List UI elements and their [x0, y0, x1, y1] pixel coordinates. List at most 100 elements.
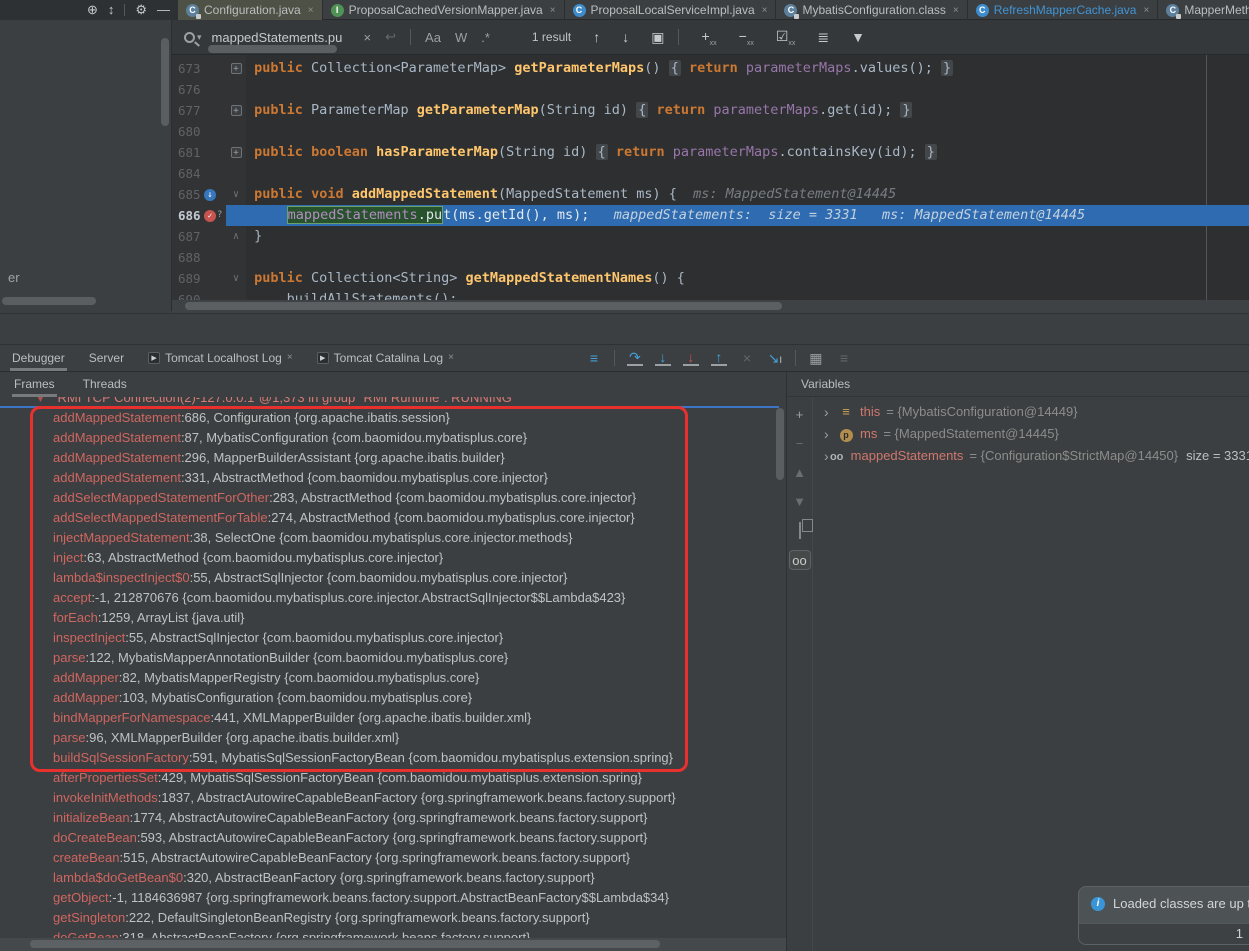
stack-frame-row[interactable]: invokeInitMethods:1837, AbstractAutowire…: [0, 788, 786, 808]
close-tab-icon[interactable]: ×: [448, 344, 454, 372]
close-tab-icon[interactable]: ×: [550, 5, 556, 16]
stack-frame-row[interactable]: addMapper:103, MybatisConfiguration {com…: [0, 688, 786, 708]
editor-tab-3[interactable]: CMybatisConfiguration.class×: [776, 0, 967, 20]
force-step-into-icon[interactable]: ↓: [683, 351, 699, 366]
words-toggle[interactable]: W: [455, 30, 467, 45]
stack-frame-row[interactable]: doCreateBean:593, AbstractAutowireCapabl…: [0, 828, 786, 848]
debug-tab-tomcat-catalina-log[interactable]: ▶Tomcat Catalina Log×: [305, 344, 466, 372]
breakpoint-icon[interactable]: ✓: [204, 210, 216, 222]
stack-frame-row[interactable]: addMapper:82, MybatisMapperRegistry {com…: [0, 668, 786, 688]
filter-icon[interactable]: ▼: [851, 29, 865, 45]
code-line-689[interactable]: 689∨ public Collection<String> getMapped…: [172, 268, 1249, 289]
layout-settings-icon[interactable]: ≡: [836, 350, 852, 366]
frames-vertical-scrollbar[interactable]: [776, 408, 784, 480]
stack-frame-row[interactable]: injectMappedStatement:38, SelectOne {com…: [0, 528, 786, 548]
close-tab-icon[interactable]: ×: [762, 5, 768, 16]
frames-horizontal-scrollbar[interactable]: [30, 940, 660, 948]
stack-frame-row[interactable]: forEach:1259, ArrayList {java.util}: [0, 608, 786, 628]
filter-lines-icon[interactable]: ≣: [817, 29, 829, 46]
stack-frame-row[interactable]: addSelectMappedStatementForTable:274, Ab…: [0, 508, 786, 528]
add-occurrence-icon[interactable]: +xx: [701, 28, 716, 47]
move-down-icon[interactable]: ▼: [789, 492, 811, 512]
previous-occurrence-icon[interactable]: ↑: [593, 29, 600, 45]
stack-frame-row[interactable]: initializeBean:1774, AbstractAutowireCap…: [0, 808, 786, 828]
search-input[interactable]: mappedStatements.pu: [212, 30, 350, 45]
clear-search-icon[interactable]: ×: [364, 30, 372, 45]
close-tab-icon[interactable]: ×: [1143, 5, 1149, 16]
stack-frame-row[interactable]: addMappedStatement:87, MybatisConfigurat…: [0, 428, 786, 448]
fold-marker[interactable]: +: [226, 58, 246, 79]
stack-frame-row[interactable]: inspectInject:55, AbstractSqlInjector {c…: [0, 628, 786, 648]
close-tab-icon[interactable]: ×: [287, 344, 293, 372]
stack-frame-row[interactable]: lambda$doGetBean$0:320, AbstractBeanFact…: [0, 868, 786, 888]
stack-frame-row[interactable]: addMappedStatement:686, Configuration {o…: [0, 408, 786, 428]
stack-frame-row[interactable]: addSelectMappedStatementForOther:283, Ab…: [0, 488, 786, 508]
editor-tab-0[interactable]: CConfiguration.java×: [178, 0, 323, 20]
code-line-680[interactable]: 680: [172, 121, 1249, 142]
step-over-icon[interactable]: ↷: [627, 351, 643, 366]
copy-icon[interactable]: [789, 521, 811, 541]
execution-point-icon[interactable]: ↓: [204, 189, 216, 201]
next-occurrence-icon[interactable]: ↓: [622, 29, 629, 45]
debug-tab-debugger[interactable]: Debugger: [0, 344, 77, 372]
fold-collapsed-icon[interactable]: +: [231, 105, 242, 116]
search-field-scrollbar[interactable]: [208, 45, 337, 53]
editor-horizontal-scrollbar[interactable]: [185, 302, 782, 310]
stack-frame-row[interactable]: createBean:515, AbstractAutowireCapableB…: [0, 848, 786, 868]
open-in-find-window-icon[interactable]: ▣: [651, 29, 664, 46]
fold-marker[interactable]: ∨: [226, 268, 246, 289]
search-history-chevron-icon[interactable]: ▾: [197, 32, 202, 43]
editor-tab-4[interactable]: CRefreshMapperCache.java×: [968, 0, 1159, 20]
code-line-685[interactable]: 685↓∨ public void addMappedStatement(Map…: [172, 184, 1249, 205]
stack-frame-row[interactable]: getObject:-1, 1184636987 {org.springfram…: [0, 888, 786, 908]
select-all-occurrences-icon[interactable]: ☑xx: [776, 28, 796, 47]
left-panel-horizontal-scrollbar[interactable]: [2, 297, 96, 305]
variable-row[interactable]: ›pms= {MappedStatement@14445}: [814, 423, 1249, 445]
settings-icon[interactable]: ⚙: [135, 0, 147, 20]
target-icon[interactable]: ⊕: [87, 0, 98, 20]
code-line-681[interactable]: 681+ public boolean hasParameterMap(Stri…: [172, 142, 1249, 163]
hide-icon[interactable]: —: [157, 0, 170, 20]
splitter-icon[interactable]: ↕: [108, 0, 115, 20]
stack-frame-row[interactable]: doGetBean:318, AbstractBeanFactory {org.…: [0, 928, 786, 938]
stack-frame-row[interactable]: parse:96, XMLMapperBuilder {org.apache.i…: [0, 728, 786, 748]
fold-marker[interactable]: +: [226, 100, 246, 121]
new-line-icon[interactable]: ↩: [385, 29, 396, 45]
regex-toggle[interactable]: .*: [481, 30, 490, 45]
fold-marker[interactable]: +: [226, 142, 246, 163]
editor-tab-2[interactable]: CProposalLocalServiceImpl.java×: [565, 0, 777, 20]
thread-selector[interactable]: ▼"RMI TCP Connection(2)-127.0.0.1"@1,373…: [0, 397, 786, 406]
stack-frame-row[interactable]: afterPropertiesSet:429, MybatisSqlSessio…: [0, 768, 786, 788]
editor-tab-1[interactable]: IProposalCachedVersionMapper.java×: [323, 0, 565, 20]
code-line-687[interactable]: 687∧ }: [172, 226, 1249, 247]
code-line-676[interactable]: 676: [172, 79, 1249, 100]
fold-collapsed-icon[interactable]: +: [231, 63, 242, 74]
fold-collapsed-icon[interactable]: +: [231, 147, 242, 158]
expand-chevron-icon[interactable]: ›: [824, 423, 838, 445]
debug-tab-tomcat-localhost-log[interactable]: ▶Tomcat Localhost Log×: [136, 344, 305, 372]
breakpoint-gutter[interactable]: ✓?: [204, 205, 226, 226]
editor-tab-5[interactable]: CMapperMethod.java×: [1158, 0, 1249, 20]
show-watches-icon[interactable]: oo: [789, 550, 811, 570]
editor-debugger-splitter[interactable]: [0, 313, 1249, 344]
code-line-690[interactable]: 690 buildAllStatements();: [172, 289, 1249, 300]
stack-frame-row[interactable]: bindMapperForNamespace:441, XMLMapperBui…: [0, 708, 786, 728]
remove-watch-icon[interactable]: −: [789, 434, 811, 454]
variable-row[interactable]: ›≡this= {MybatisConfiguration@14449}: [814, 401, 1249, 423]
fold-marker[interactable]: ∨: [226, 184, 246, 205]
stack-frame-row[interactable]: addMappedStatement:296, MapperBuilderAss…: [0, 448, 786, 468]
close-tab-icon[interactable]: ×: [953, 5, 959, 16]
code-line-688[interactable]: 688: [172, 247, 1249, 268]
view-tab-threads[interactable]: Threads: [69, 372, 141, 397]
code-line-686[interactable]: 686✓? mappedStatements.put(ms.getId(), m…: [172, 205, 1249, 226]
code-line-673[interactable]: 673+ public Collection<ParameterMap> get…: [172, 58, 1249, 79]
execution-point-gutter[interactable]: ↓: [204, 184, 226, 205]
stack-frame-row[interactable]: buildSqlSessionFactory:591, MybatisSqlSe…: [0, 748, 786, 768]
code-line-677[interactable]: 677+ public ParameterMap getParameterMap…: [172, 100, 1249, 121]
close-tab-icon[interactable]: ×: [308, 5, 314, 16]
stack-frame-row[interactable]: accept:-1, 212870676 {com.baomidou.mybat…: [0, 588, 786, 608]
code-line-684[interactable]: 684: [172, 163, 1249, 184]
left-panel-vertical-scrollbar[interactable]: [161, 38, 169, 126]
move-up-icon[interactable]: ▲: [789, 463, 811, 483]
expand-chevron-icon[interactable]: ›: [824, 401, 838, 423]
